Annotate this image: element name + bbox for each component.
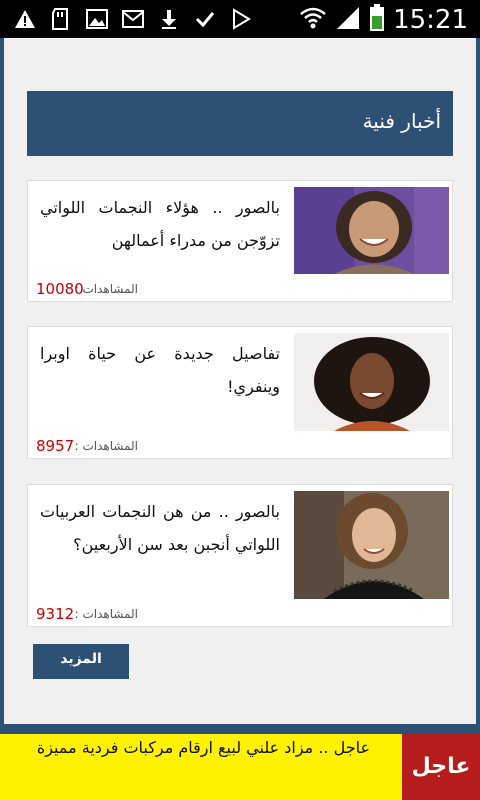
- play-store-icon: [228, 6, 254, 32]
- content-area: أخبار فنية بالصور .. هؤلاء النجمات اللوا…: [4, 38, 476, 724]
- views-count: 8957: [36, 437, 75, 455]
- ticker-text[interactable]: عاجل .. مزاد علني لبيع ارقام مركبات فردي…: [10, 738, 370, 757]
- notification-icons: [12, 6, 254, 32]
- article-thumbnail[interactable]: [294, 333, 449, 431]
- article-card[interactable]: بالصور .. هؤلاء النجمات اللواتي تزوّجن م…: [27, 180, 453, 302]
- article-headline[interactable]: بالصور .. من هن النجمات العربيات اللواتي…: [40, 495, 280, 561]
- views-label: المشاهدات :: [74, 439, 138, 453]
- clock: 15:21: [393, 5, 468, 35]
- article-card[interactable]: تفاصيل جديدة عن حياة اوبرا وينفري! المشا…: [27, 326, 453, 459]
- battery-icon: [369, 4, 385, 36]
- article-thumbnail[interactable]: [294, 491, 449, 599]
- signal-icon: [335, 5, 361, 35]
- section-title: أخبار فنية: [362, 109, 441, 133]
- download-icon: [156, 6, 182, 32]
- article-thumbnail[interactable]: [294, 187, 449, 274]
- article-headline[interactable]: تفاصيل جديدة عن حياة اوبرا وينفري!: [40, 337, 280, 403]
- system-icons: 15:21: [299, 4, 468, 36]
- views-count: 10080: [36, 280, 84, 298]
- wifi-icon: [299, 5, 327, 35]
- check-icon: [192, 6, 218, 32]
- sd-card-icon: [48, 6, 74, 32]
- article-card[interactable]: بالصور .. من هن النجمات العربيات اللواتي…: [27, 484, 453, 627]
- image-icon: [84, 6, 110, 32]
- article-headline[interactable]: بالصور .. هؤلاء النجمات اللواتي تزوّجن م…: [40, 191, 280, 257]
- section-header: أخبار فنية: [27, 91, 453, 156]
- breaking-news-ticker[interactable]: عاجل .. مزاد علني لبيع ارقام مركبات فردي…: [0, 734, 480, 800]
- views-label: المشاهدات :: [74, 282, 138, 296]
- status-bar: 15:21: [0, 0, 480, 38]
- warning-icon: [12, 6, 38, 32]
- breaking-badge: عاجل: [402, 734, 480, 800]
- views-count: 9312: [36, 605, 75, 623]
- views-label: المشاهدات :: [74, 607, 138, 621]
- gmail-icon: [120, 6, 146, 32]
- more-button[interactable]: المزيد: [33, 644, 129, 679]
